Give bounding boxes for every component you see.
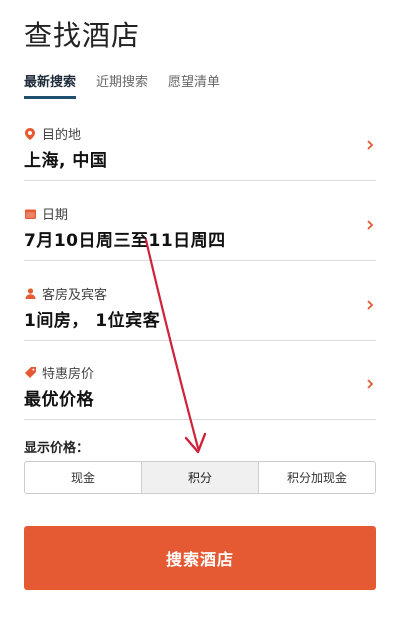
guests-value: 1间房， 1位宾客 bbox=[24, 311, 161, 331]
search-hotels-button[interactable]: 搜索酒店 bbox=[24, 526, 376, 590]
tag-icon bbox=[24, 367, 36, 379]
price-display-selector: 现金 积分 积分加现金 bbox=[24, 461, 376, 494]
destination-label: 目的地 bbox=[42, 128, 82, 143]
dates-label: 日期 bbox=[42, 208, 69, 223]
special-rate-field[interactable]: 特惠房价 最优价格 bbox=[24, 351, 376, 420]
price-option-points-plus-cash[interactable]: 积分加现金 bbox=[259, 462, 375, 493]
page-title: 查找酒店 bbox=[24, 19, 141, 52]
dates-field[interactable]: 日期 7月10日周三至11日周四 bbox=[24, 192, 376, 261]
search-tabs: 最新搜索 近期搜索 愿望清单 bbox=[24, 71, 376, 99]
chevron-right-icon bbox=[367, 220, 374, 230]
chevron-right-icon bbox=[367, 379, 374, 389]
price-option-cash[interactable]: 现金 bbox=[25, 462, 142, 493]
person-icon bbox=[24, 288, 36, 300]
tab-recent-search[interactable]: 近期搜索 bbox=[96, 71, 148, 99]
guests-label: 客房及宾客 bbox=[42, 288, 108, 303]
tab-latest-search[interactable]: 最新搜索 bbox=[24, 71, 77, 99]
tab-wishlist[interactable]: 愿望清单 bbox=[168, 71, 220, 99]
guests-field[interactable]: 客房及宾客 1间房， 1位宾客 bbox=[24, 272, 376, 341]
chevron-right-icon bbox=[367, 300, 374, 310]
chevron-right-icon bbox=[367, 140, 374, 150]
special-rate-value: 最优价格 bbox=[24, 390, 94, 410]
calendar-icon bbox=[24, 208, 36, 220]
destination-value: 上海, 中国 bbox=[24, 151, 108, 171]
destination-field[interactable]: 目的地 上海, 中国 bbox=[24, 112, 376, 181]
price-option-points[interactable]: 积分 bbox=[142, 462, 259, 493]
price-display-label: 显示价格： bbox=[24, 441, 90, 456]
special-rate-label: 特惠房价 bbox=[42, 367, 95, 382]
location-pin-icon bbox=[24, 127, 36, 140]
dates-value: 7月10日周三至11日周四 bbox=[24, 231, 226, 251]
